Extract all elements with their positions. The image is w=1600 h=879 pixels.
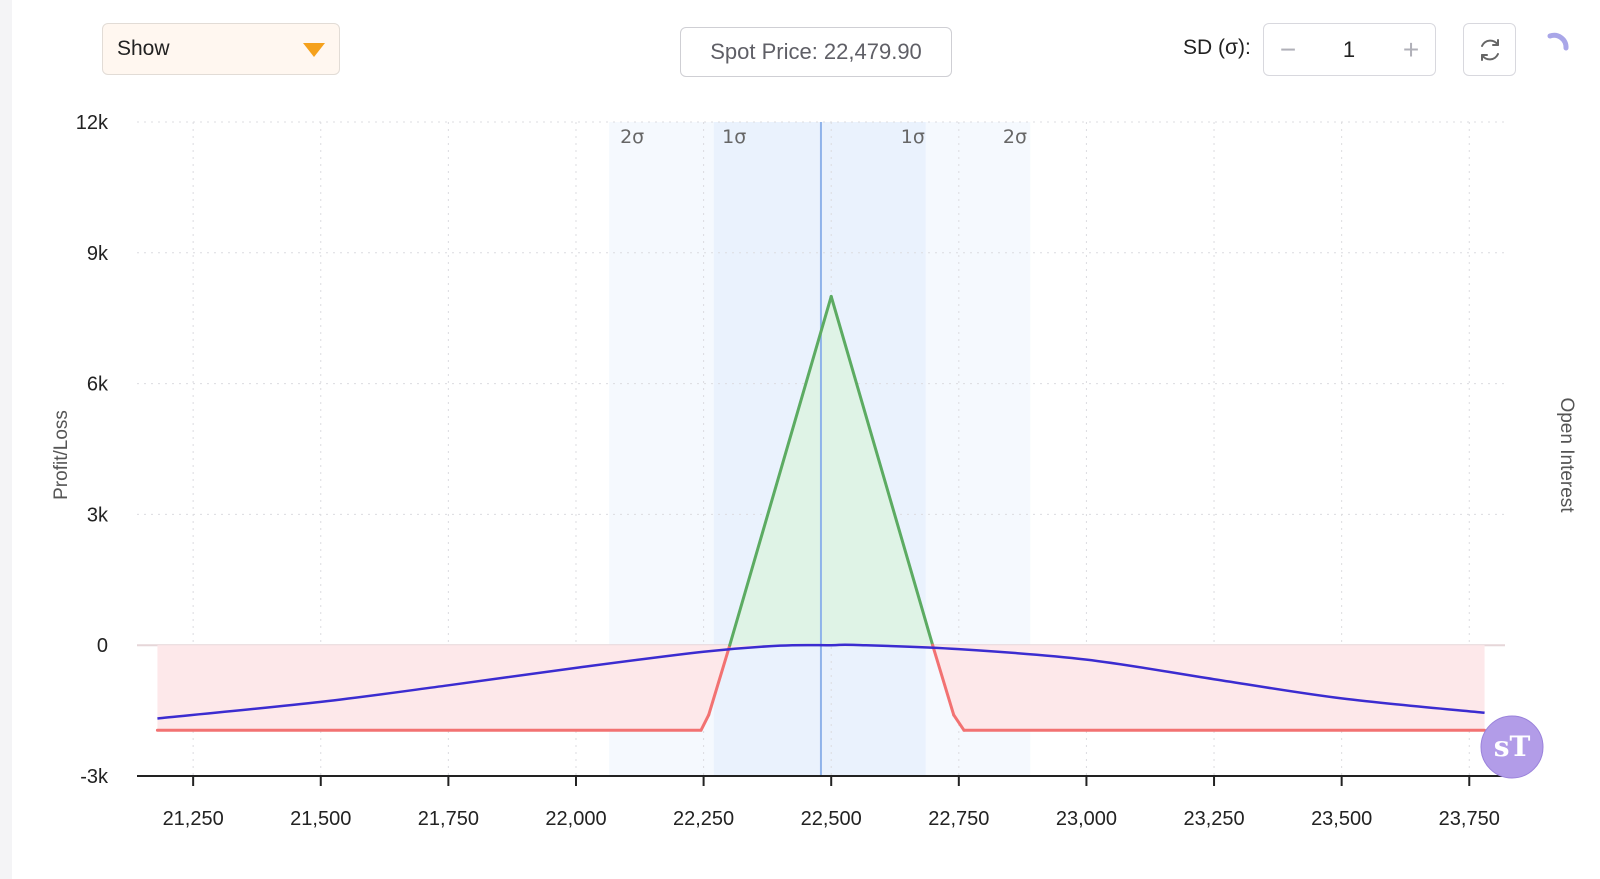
y2-axis-title: Open Interest [1556, 397, 1577, 513]
y-tick-label: -3k [80, 766, 109, 788]
brand-logo-icon[interactable]: sT [1480, 715, 1544, 779]
x-tick-label: 23,750 [1439, 808, 1500, 830]
y-tick-label: 3k [87, 504, 109, 526]
y-tick-label: 0 [97, 635, 108, 657]
x-tick-label: 22,000 [545, 808, 606, 830]
x-tick-label: 22,250 [673, 808, 734, 830]
x-tick-label: 22,750 [928, 808, 989, 830]
sigma-label: 1σ [722, 126, 746, 148]
x-tick-label: 23,000 [1056, 808, 1117, 830]
y-tick-label: 9k [87, 243, 109, 265]
axes [137, 775, 1505, 786]
y-axis-title: Profit/Loss [51, 410, 72, 500]
sigma-label: 1σ [901, 126, 925, 148]
x-tick-label: 21,750 [418, 808, 479, 830]
payoff-panel: Show Spot Price: 22,479.90 SD (σ): − + 2… [12, 0, 1600, 879]
brand-logo-text: sT [1494, 730, 1531, 763]
payoff-chart: 2σ 1σ 1σ 2σ 21,250 21,500 21,750 22,000 22,250 2… [51, 112, 1577, 830]
x-tick-label: 23,250 [1183, 808, 1244, 830]
sigma-label: 2σ [620, 126, 644, 148]
y-tick-label: 12k [76, 112, 109, 134]
y-tick-label: 6k [87, 374, 109, 396]
sigma-label: 2σ [1003, 126, 1027, 148]
x-tick-label: 21,500 [290, 808, 351, 830]
x-tick-label: 23,500 [1311, 808, 1372, 830]
x-tick-label: 22,500 [801, 808, 862, 830]
x-tick-label: 21,250 [163, 808, 224, 830]
